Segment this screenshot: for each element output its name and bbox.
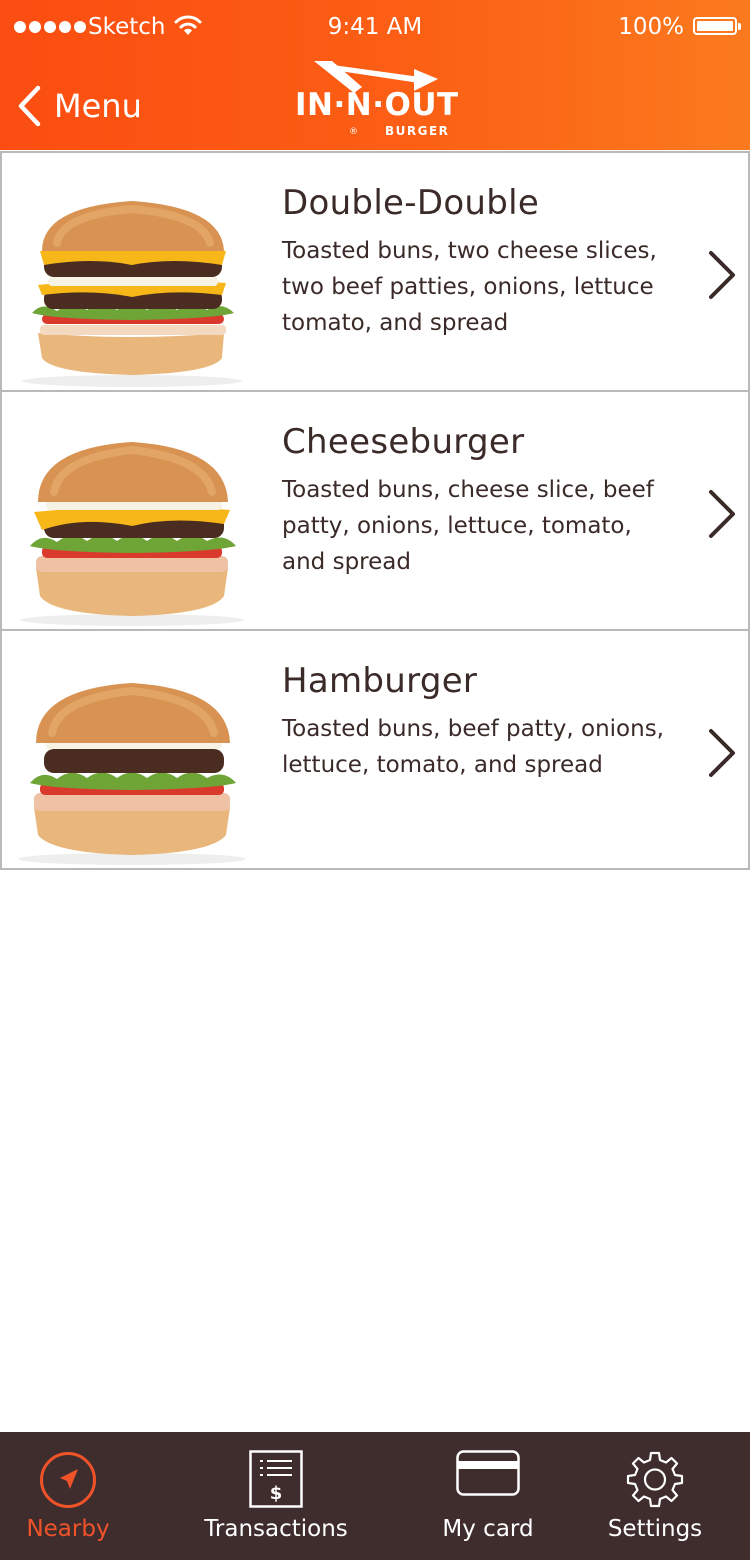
menu-item-double-double[interactable]: Double-Double Toasted buns, two cheese s… — [0, 151, 750, 392]
card-icon — [456, 1450, 520, 1496]
item-title: Cheeseburger — [282, 422, 525, 462]
tab-transactions[interactable]: $ Transactions — [136, 1432, 416, 1560]
item-description: Toasted buns, two cheese slices, two bee… — [282, 238, 657, 336]
logo-registered-mark: ® — [349, 127, 358, 137]
hamburger-image — [18, 683, 246, 865]
tab-label: Transactions — [204, 1516, 348, 1542]
back-button[interactable]: Menu — [16, 84, 142, 128]
menu-item-cheeseburger[interactable]: Cheeseburger Toasted buns, cheese slice,… — [0, 392, 750, 631]
location-arrow-icon — [40, 1452, 96, 1508]
tab-settings[interactable]: Settings — [560, 1432, 750, 1560]
chevron-right-icon — [709, 490, 735, 538]
battery-percentage: 100% — [618, 14, 684, 40]
svg-text:$: $ — [270, 1483, 283, 1504]
item-description: Toasted buns, beef patty, onions, lettuc… — [282, 716, 664, 778]
tab-label: My card — [442, 1516, 534, 1542]
gear-icon — [626, 1451, 684, 1508]
in-n-out-logo: IN·N·OUT ® BURGER — [292, 57, 462, 143]
logo-subtext: BURGER — [385, 124, 450, 138]
menu-list: Double-Double Toasted buns, two cheese s… — [0, 151, 750, 870]
chevron-right-icon — [709, 729, 735, 777]
tab-label: Nearby — [26, 1516, 110, 1542]
tab-my-card[interactable]: My card — [416, 1432, 560, 1560]
chevron-right-icon — [709, 251, 735, 299]
cheeseburger-image — [20, 442, 244, 626]
battery-icon — [693, 17, 741, 35]
menu-item-hamburger[interactable]: Hamburger Toasted buns, beef patty, onio… — [0, 631, 750, 870]
back-button-label: Menu — [54, 87, 142, 125]
chevron-left-icon — [18, 85, 41, 127]
tab-bar: Nearby $ Transactions My card Settings — [0, 1432, 750, 1560]
item-description: Toasted buns, cheese slice, beef patty, … — [282, 477, 654, 575]
logo-text: IN·N·OUT — [295, 87, 459, 123]
tab-nearby[interactable]: Nearby — [0, 1432, 136, 1560]
receipt-icon: $ — [249, 1450, 303, 1508]
item-title: Double-Double — [282, 183, 540, 223]
item-title: Hamburger — [282, 661, 478, 701]
header: Sketch 9:41 AM 100% Menu IN·N·OUT ® BURG… — [0, 0, 750, 150]
status-bar: Sketch 9:41 AM 100% — [0, 0, 750, 56]
double-double-image — [22, 201, 242, 387]
tab-label: Settings — [607, 1516, 703, 1542]
